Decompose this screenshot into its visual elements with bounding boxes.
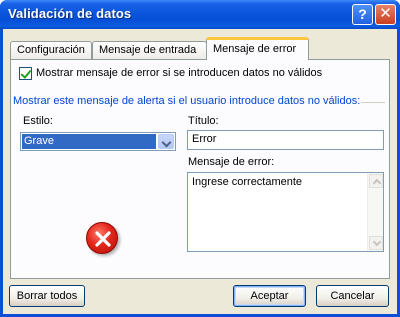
title-label: Título:	[188, 115, 219, 127]
style-label: Estilo:	[23, 115, 53, 127]
style-select[interactable]: Grave	[20, 132, 176, 151]
dialog-window: Validación de datos ? ✕ Configuración Me…	[0, 0, 400, 317]
help-button[interactable]: ?	[352, 4, 373, 25]
group-divider	[361, 102, 385, 103]
error-message-scrollbar[interactable]	[367, 173, 383, 251]
cancel-button[interactable]: Cancelar	[316, 285, 389, 307]
show-error-checkbox[interactable]	[19, 67, 32, 80]
error-message-textarea[interactable]: Ingrese correctamente	[187, 172, 384, 252]
error-message-label: Mensaje de error:	[188, 156, 275, 168]
style-select-value: Grave	[22, 134, 156, 149]
clear-all-button[interactable]: Borrar todos	[9, 285, 85, 307]
tab-panel-mensaje-error: Mostrar mensaje de error si se introduce…	[10, 59, 390, 279]
tab-mensaje-entrada[interactable]: Mensaje de entrada	[92, 41, 207, 60]
show-error-checkbox-label[interactable]: Mostrar mensaje de error si se introduce…	[36, 67, 322, 79]
tab-mensaje-error[interactable]: Mensaje de error	[206, 37, 309, 60]
scroll-up-icon[interactable]	[369, 174, 383, 188]
alert-group-label: Mostrar este mensaje de alerta si el usu…	[13, 95, 361, 107]
scroll-down-icon[interactable]	[369, 236, 383, 250]
close-button[interactable]: ✕	[375, 4, 396, 25]
title-bar[interactable]: Validación de datos ? ✕	[0, 0, 400, 29]
dialog-client: Configuración Mensaje de entrada Mensaje…	[3, 29, 397, 314]
accept-button[interactable]: Aceptar	[233, 285, 306, 307]
chevron-down-icon[interactable]	[158, 134, 174, 149]
dialog-title: Validación de datos	[8, 6, 132, 21]
title-input[interactable]: Error	[187, 130, 384, 150]
error-icon	[86, 222, 118, 254]
tab-configuracion[interactable]: Configuración	[10, 41, 92, 60]
error-message-text: Ingrese correctamente	[192, 176, 303, 188]
